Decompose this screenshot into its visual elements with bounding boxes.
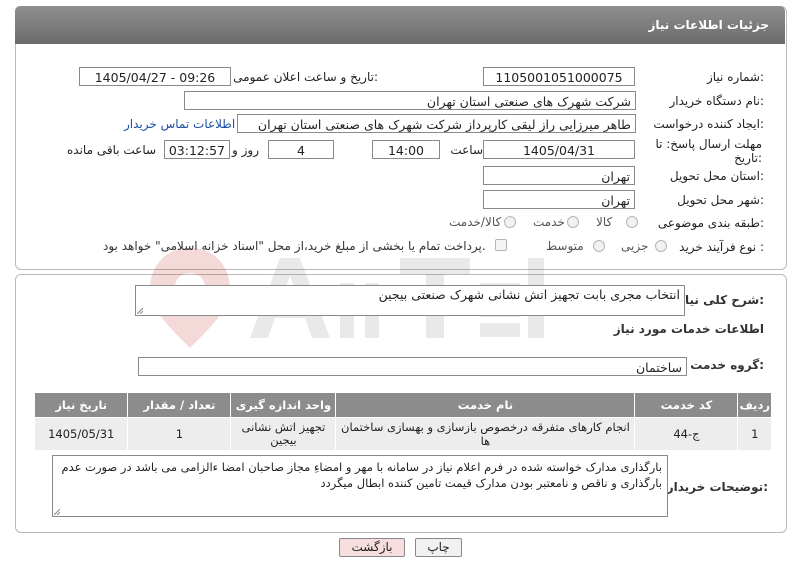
- days-label: روز و: [232, 143, 259, 157]
- col-name: نام خدمت: [335, 392, 636, 418]
- contact-buyer-link[interactable]: اطلاعات تماس خریدار: [124, 117, 235, 131]
- col-row: ردیف: [737, 392, 772, 418]
- service-group-label: گروه خدمت:: [690, 358, 764, 372]
- deadline-time-label: ساعت: [450, 143, 483, 157]
- cell-code: ج-44: [634, 417, 739, 451]
- category-radio-goods[interactable]: [626, 216, 638, 228]
- panel-header: جزئیات اطلاعات نیاز: [15, 6, 785, 44]
- treasury-checkbox[interactable]: [495, 239, 507, 251]
- cell-date: 1405/05/31: [33, 417, 129, 451]
- remaining-time-field[interactable]: 03:12:57: [164, 140, 230, 159]
- remaining-label: ساعت باقی مانده: [67, 143, 157, 157]
- col-date: تاریخ نیاز: [33, 392, 129, 418]
- province-field[interactable]: تهران: [483, 166, 635, 185]
- panel-title: جزئیات اطلاعات نیاز: [648, 18, 769, 32]
- process-radio-minor[interactable]: [655, 240, 667, 252]
- services-heading: اطلاعات خدمات مورد نیاز: [613, 322, 764, 336]
- announce-label: تاریخ و ساعت اعلان عمومی:: [233, 70, 378, 84]
- process-option-medium: متوسط: [546, 239, 584, 253]
- deadline-label: مهلت ارسال پاسخ: تا تاریخ:: [655, 137, 762, 165]
- category-option-goods-service: کالا/خدمت: [449, 215, 502, 229]
- process-label: نوع فرآیند خرید :: [679, 240, 764, 254]
- buyer-org-field[interactable]: شرکت شهرک های صنعتی استان تهران: [184, 91, 636, 110]
- buyer-notes-label: توضیحات خریدار:: [666, 480, 768, 494]
- province-label: استان محل تحویل:: [669, 169, 764, 183]
- cell-name: انجام کارهای متفرقه درخصوص بازسازی و بهس…: [335, 417, 636, 451]
- back-button[interactable]: بازگشت: [339, 538, 405, 557]
- resize-handle-icon[interactable]: [137, 308, 143, 314]
- requester-label: ایجاد کننده درخواست:: [653, 117, 764, 131]
- deadline-date-field[interactable]: 1405/04/31: [483, 140, 635, 159]
- buyer-notes-field[interactable]: بارگذاری مدارک خواسته شده در فرم اعلام ن…: [52, 455, 668, 517]
- process-option-minor: جزیی: [621, 239, 649, 253]
- buyer-org-label: نام دستگاه خریدار:: [669, 94, 765, 108]
- table-row[interactable]: 1 ج-44 انجام کارهای متفرقه درخصوص بازساز…: [33, 417, 772, 451]
- need-number-field[interactable]: 1105001051000075: [483, 67, 635, 86]
- cell-qty: 1: [127, 417, 232, 451]
- service-group-field[interactable]: ساختمان: [138, 357, 687, 376]
- print-button[interactable]: چاپ: [415, 538, 462, 557]
- deadline-time-field[interactable]: 14:00: [372, 140, 440, 159]
- requester-field[interactable]: طاهر میرزایی راز لیقی کارپرداز شرکت شهرک…: [237, 114, 636, 133]
- summary-field[interactable]: انتخاب مجری بابت تجهیز اتش نشانی شهرک صن…: [135, 285, 685, 316]
- announce-field[interactable]: 1405/04/27 - 09:26: [79, 67, 231, 86]
- city-label: شهر محل تحویل:: [677, 193, 764, 207]
- category-radio-goods-service[interactable]: [504, 216, 516, 228]
- remaining-days-field[interactable]: 4: [268, 140, 334, 159]
- payment-note: پرداخت تمام یا بخشی از مبلغ خرید،از محل …: [103, 239, 486, 253]
- col-code: کد خدمت: [634, 392, 739, 418]
- city-field[interactable]: تهران: [483, 190, 635, 209]
- services-table: ردیف کد خدمت نام خدمت واحد اندازه گیری ت…: [33, 392, 772, 451]
- category-option-goods: کالا: [596, 215, 613, 229]
- need-number-label: شماره نیاز:: [706, 70, 764, 84]
- cell-row: 1: [737, 417, 772, 451]
- category-option-service: خدمت: [533, 215, 565, 229]
- category-label: طبقه بندی موضوعی:: [657, 216, 764, 230]
- cell-unit: تجهیز اتش نشانی بیجین: [230, 417, 337, 451]
- col-qty: تعداد / مقدار: [127, 392, 232, 418]
- summary-label: شرح کلی نیاز:: [678, 293, 764, 307]
- process-radio-medium[interactable]: [593, 240, 605, 252]
- table-header-row: ردیف کد خدمت نام خدمت واحد اندازه گیری ت…: [33, 392, 772, 418]
- resize-handle-icon[interactable]: [54, 509, 60, 515]
- category-radio-service[interactable]: [567, 216, 579, 228]
- col-unit: واحد اندازه گیری: [230, 392, 337, 418]
